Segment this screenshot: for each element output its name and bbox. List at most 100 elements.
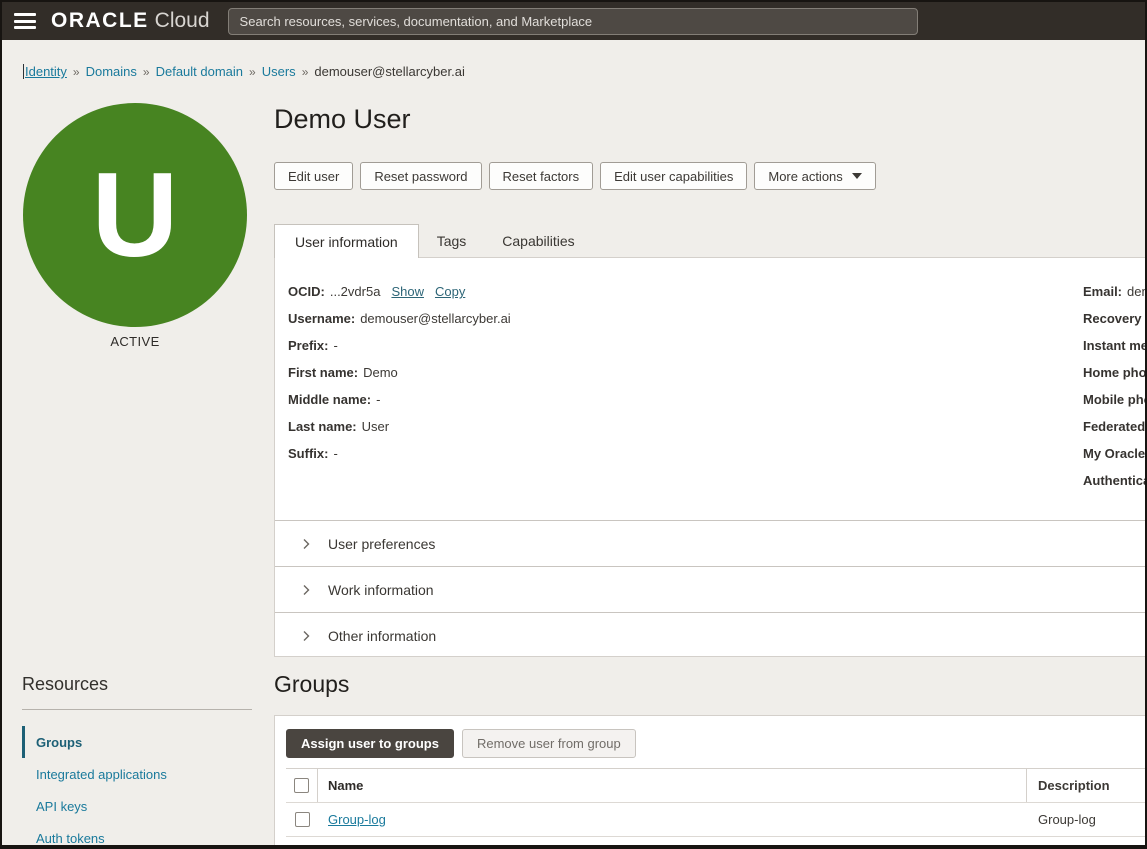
reset-password-button[interactable]: Reset password	[360, 162, 481, 190]
field-value: demouser@stellarcyber.ai	[360, 311, 510, 326]
logo-cloud-text: Cloud	[155, 9, 210, 33]
groups-section-title: Groups	[274, 671, 349, 698]
breadcrumb-link-default-domain[interactable]: Default domain	[156, 64, 243, 79]
groups-panel: Assign user to groups Remove user from g…	[274, 715, 1145, 845]
field-label: Home phon	[1083, 365, 1145, 380]
tab-tags[interactable]: Tags	[419, 224, 485, 258]
accordion-other-information[interactable]: Other information	[275, 612, 1145, 657]
chevron-right-icon	[300, 630, 312, 642]
resources-sidebar: Resources Groups Integrated applications…	[22, 674, 252, 849]
field-label: Federated:	[1083, 419, 1145, 434]
breadcrumb-separator: »	[302, 65, 309, 79]
sidebar-item-groups[interactable]: Groups	[22, 726, 252, 758]
field-value: User	[362, 419, 389, 434]
resources-divider	[22, 709, 252, 710]
chevron-right-icon	[300, 538, 312, 550]
global-search-input[interactable]	[228, 8, 918, 35]
edit-user-capabilities-button[interactable]: Edit user capabilities	[600, 162, 747, 190]
field-value: -	[333, 446, 337, 461]
topbar: ORACLE Cloud	[2, 2, 1145, 40]
hamburger-menu-icon[interactable]	[14, 13, 36, 29]
status-badge: ACTIVE	[23, 334, 247, 349]
field-label: Mobile pho	[1083, 392, 1145, 407]
breadcrumb-link-users[interactable]: Users	[262, 64, 296, 79]
field-label: Prefix:	[288, 338, 328, 353]
field-authentication: Authentica	[1083, 467, 1145, 494]
reset-factors-button[interactable]: Reset factors	[489, 162, 594, 190]
sidebar-item-auth-tokens[interactable]: Auth tokens	[22, 822, 252, 849]
field-value: -	[376, 392, 380, 407]
groups-table-header: Name Description	[286, 769, 1145, 803]
chevron-right-icon	[300, 584, 312, 596]
field-value: ...2vdr5a	[330, 284, 381, 299]
field-email: Email: dem	[1083, 278, 1145, 305]
remove-user-from-group-button[interactable]: Remove user from group	[462, 729, 636, 758]
oracle-cloud-logo: ORACLE Cloud	[51, 9, 210, 33]
user-info-right-column: Email: dem Recovery e Instant mes Home p…	[1083, 278, 1145, 494]
column-header-name: Name	[318, 769, 1027, 802]
group-log-link[interactable]: Group-log	[328, 812, 386, 827]
resources-title: Resources	[22, 674, 252, 695]
header-checkbox-cell	[286, 769, 318, 802]
field-value: dem	[1127, 284, 1145, 299]
field-label: First name:	[288, 365, 358, 380]
field-label: Recovery e	[1083, 311, 1145, 326]
breadcrumb-separator: »	[73, 65, 80, 79]
field-label: Suffix:	[288, 446, 328, 461]
info-accordions: User preferences Work information Other …	[275, 520, 1145, 657]
field-value: -	[333, 338, 337, 353]
user-avatar: U	[23, 103, 247, 327]
breadcrumb-current: demouser@stellarcyber.ai	[314, 64, 464, 79]
breadcrumb: Identity » Domains » Default domain » Us…	[23, 64, 465, 79]
groups-table: Name Description Group-log Group-log	[286, 768, 1145, 837]
column-header-description: Description	[1027, 769, 1145, 802]
accordion-user-preferences[interactable]: User preferences	[275, 520, 1145, 566]
select-all-checkbox[interactable]	[294, 778, 309, 793]
field-federated: Federated:	[1083, 413, 1145, 440]
user-info-left-column: OCID: ...2vdr5a Show Copy Username: demo…	[288, 278, 511, 467]
edit-user-button[interactable]: Edit user	[274, 162, 353, 190]
row-checkbox[interactable]	[295, 812, 310, 827]
tab-user-information[interactable]: User information	[274, 224, 419, 258]
field-my-oracle-support: My Oracle	[1083, 440, 1145, 467]
user-information-panel: OCID: ...2vdr5a Show Copy Username: demo…	[274, 257, 1145, 657]
sidebar-item-api-keys[interactable]: API keys	[22, 790, 252, 822]
accordion-label: Work information	[328, 582, 434, 598]
row-checkbox-cell	[286, 803, 318, 836]
detail-tabs: User information Tags Capabilities	[274, 224, 593, 258]
tab-capabilities[interactable]: Capabilities	[484, 224, 592, 258]
field-label: OCID:	[288, 284, 325, 299]
accordion-label: User preferences	[328, 536, 435, 552]
more-actions-label: More actions	[768, 169, 842, 184]
field-last-name: Last name: User	[288, 413, 511, 440]
oracle-cloud-console-window: ORACLE Cloud Identity » Domains » Defaul…	[0, 0, 1147, 849]
accordion-work-information[interactable]: Work information	[275, 566, 1145, 612]
field-label: Instant mes	[1083, 338, 1145, 353]
breadcrumb-link-domains[interactable]: Domains	[86, 64, 137, 79]
breadcrumb-separator: »	[249, 65, 256, 79]
field-mobile-phone: Mobile pho	[1083, 386, 1145, 413]
caret-down-icon	[852, 173, 862, 179]
assign-user-to-groups-button[interactable]: Assign user to groups	[286, 729, 454, 758]
logo-oracle-text: ORACLE	[51, 9, 149, 33]
field-label: Middle name:	[288, 392, 371, 407]
breadcrumb-link-identity[interactable]: Identity	[23, 64, 67, 79]
field-home-phone: Home phon	[1083, 359, 1145, 386]
ocid-show-link[interactable]: Show	[391, 284, 424, 299]
groups-actions-row: Assign user to groups Remove user from g…	[275, 716, 1145, 758]
group-name-cell: Group-log	[318, 803, 1027, 836]
field-middle-name: Middle name: -	[288, 386, 511, 413]
accordion-label: Other information	[328, 628, 436, 644]
sidebar-item-integrated-applications[interactable]: Integrated applications	[22, 758, 252, 790]
more-actions-button[interactable]: More actions	[754, 162, 875, 190]
field-prefix: Prefix: -	[288, 332, 511, 359]
ocid-copy-link[interactable]: Copy	[435, 284, 465, 299]
field-recovery-email: Recovery e	[1083, 305, 1145, 332]
field-label: Username:	[288, 311, 355, 326]
field-label: My Oracle	[1083, 446, 1145, 461]
field-value: Demo	[363, 365, 398, 380]
avatar-letter: U	[92, 146, 179, 284]
field-label: Authentica	[1083, 473, 1145, 488]
page-title: Demo User	[274, 104, 411, 135]
breadcrumb-separator: »	[143, 65, 150, 79]
